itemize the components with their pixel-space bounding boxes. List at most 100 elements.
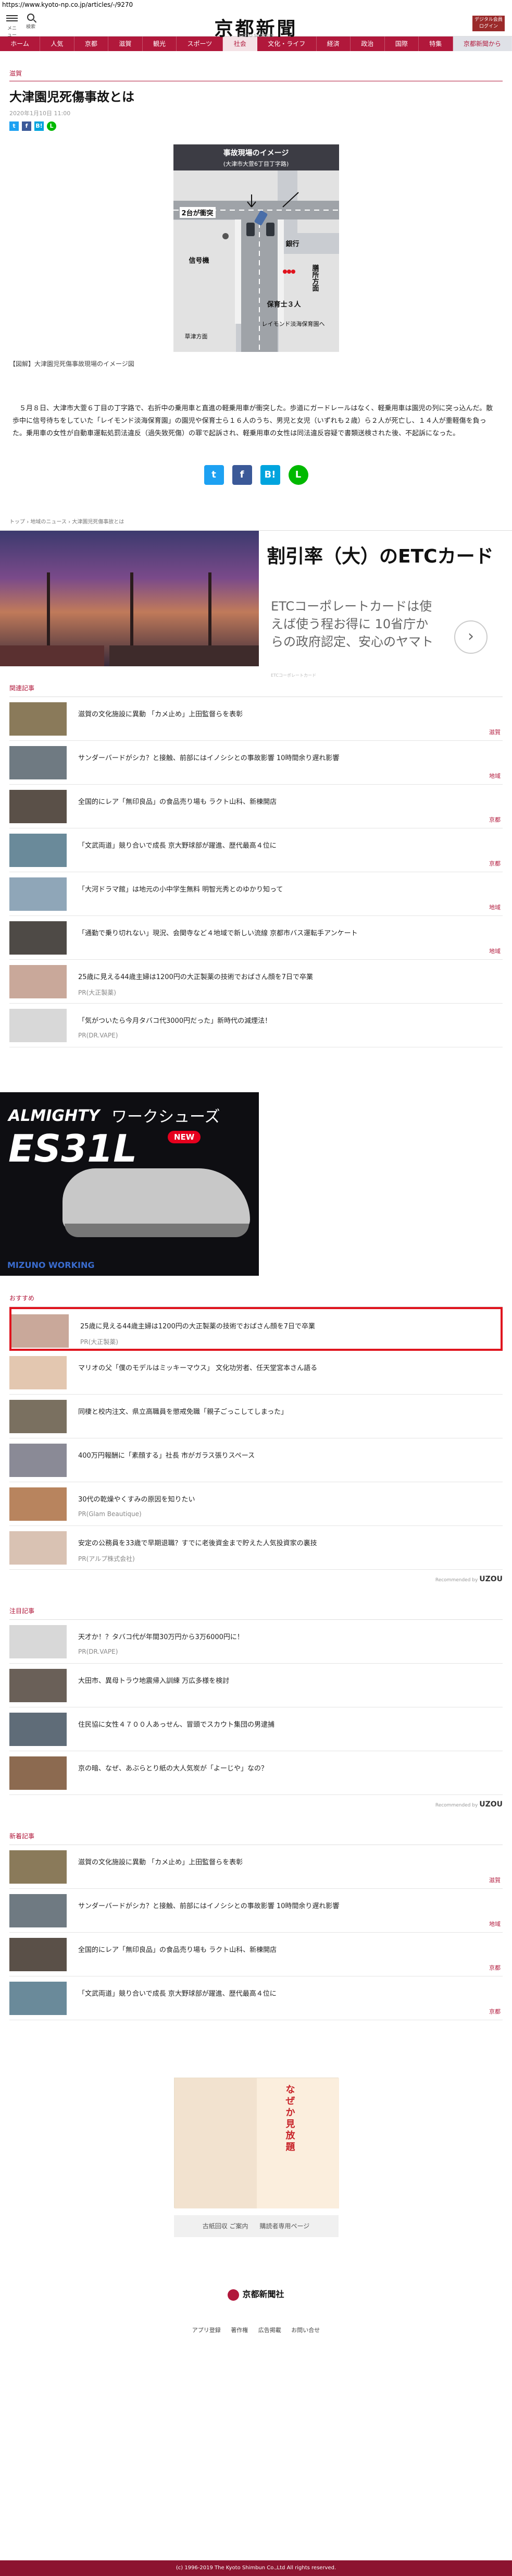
list-item[interactable]: 滋賀の文化施設に異動 「カメ止め」上田監督らを表彰 滋賀 [9,1845,503,1889]
ad-text: なぜか見放題 [285,2084,295,2153]
list-item-title[interactable]: 25歳に見える44歳主婦は1200円の大正製薬の技術でおばさん顔を7日で卒業 [80,1321,469,1330]
twitter-share-icon[interactable]: t [204,465,224,485]
mizuno-shoe-ad[interactable]: ALMIGHTY ES31L ワークシューズ NEW MIZUNO WORKIN… [0,1092,259,1276]
member-login-button[interactable]: デジタル会員 ログイン [472,16,505,31]
site-header: メニュー 検索 京都新聞 KYOTO SHIMBUN デジタル会員 ログイン [0,9,512,40]
list-item-title[interactable]: 「文武両道」競り合いで成長 京大野球部が躍進、歴代最高４位に [78,1988,471,1998]
list-item[interactable]: マリオの父「僕のモデルはミッキーマウス」 文化功労者、任天堂宮本さん語る [9,1351,503,1395]
ad-crane [208,572,211,645]
subscriber-page-link[interactable]: 購読者専用ページ [260,2215,310,2237]
list-item[interactable]: 天才か！？タバコ代が年間30万円から3万6000円に！ PR(DR.VAPE) [9,1620,503,1664]
sponsored-label: PR(アルプ株式会社) [78,1555,135,1562]
list-item-title[interactable]: 「大河ドラマ館」は地元の小中学生無料 明智光秀とのゆかり知って [78,884,471,894]
article-thumbnail [9,1756,67,1790]
ad-title[interactable]: 割引率（大）のETCカード [267,541,494,568]
uzou-logo: UZOU [479,1575,503,1583]
list-item-title[interactable]: 住民協に女性４７００人あっせん、冒頭でスカウト集団の男逮捕 [78,1719,471,1729]
list-item[interactable]: 30代の乾燥やくすみの原因を知りたい PR(Glam Beautique) [9,1482,503,1526]
attention-sponsor[interactable]: Recommended by UZOU [9,1795,503,1814]
article-date: 2020年1月10日 11:00 [9,110,71,117]
list-item-title[interactable]: 25歳に見える44歳主婦は1200円の大正製薬の技術でおばさん顔を7日で卒業 [78,971,471,981]
footer-link-contact[interactable]: お問い合せ [291,2327,320,2334]
list-item[interactable]: 「通勤で乗り切れない」現況、会関寺など４地域で新しい流線 京都市バス運転手アンケ… [9,916,503,960]
footer-logo[interactable]: 京都新聞社 [0,2287,512,2301]
footer-link-advertising[interactable]: 広告掲載 [258,2327,281,2334]
list-item-title[interactable]: 滋賀の文化施設に異動 「カメ止め」上田監督らを表彰 [78,709,471,718]
list-item-category: 地域 [489,904,501,911]
list-item[interactable]: 「文武両道」競り合いで成長 京大野球部が躍進、歴代最高４位に京都 [9,1976,503,2020]
article-thumbnail [9,1713,67,1746]
breadcrumb-item-top[interactable]: トップ [9,519,25,525]
list-item-title[interactable]: 安定の公務員を33歳で早期退職？すでに老後資金まで貯えた人気投資家の裏技 [78,1537,471,1547]
list-item[interactable]: 全国的にレア「無印良品」の食品売り場も ラクト山科、新棟開店 京都 [9,1933,503,1976]
list-item-title[interactable]: 400万円報酬に「素顔する」社長 市がガラス張りスペース [78,1450,471,1460]
list-item[interactable]: 京の暗、なぜ、あぶらとり紙の大人気炭が「よーじや」なの？ [9,1751,503,1795]
ad-source: ETCコーポレートカード [271,673,317,678]
list-item-category: 京都 [489,2008,501,2015]
list-item-title[interactable]: 天才か！？タバコ代が年間30万円から3万6000円に！ [78,1631,471,1641]
article-thumbnail [9,921,67,955]
recommend-label: おすすめ [9,1295,35,1302]
list-item-title[interactable]: 「通勤で乗り切れない」現況、会関寺など４地域で新しい流線 京都市バス運転手アンケ… [78,927,471,937]
article-section[interactable]: 滋賀 [9,69,503,81]
list-item[interactable]: 25歳に見える44歳主婦は1200円の大正製薬の技術でおばさん顔を7日で卒業 PR… [9,960,503,1004]
ad-description: ETCコーポレートカードは使えば使う程お得に 10省庁からの政府認定、安心のヤマ… [271,599,433,649]
list-item[interactable]: 安定の公務員を33歳で早期退職？すでに老後資金まで貯えた人気投資家の裏技 PR(ア… [9,1526,503,1570]
list-item[interactable]: 住民協に女性４７００人あっせん、冒頭でスカウト集団の男逮捕 [9,1707,503,1751]
facebook-share-icon[interactable]: f [232,465,252,485]
manga-ad[interactable]: なぜか見放題 [173,2078,339,2208]
list-item[interactable]: 滋賀の文化施設に異動 「カメ止め」上田監督らを表彰滋賀 [9,697,503,741]
figure-label-direction: 膳所方面 [310,264,319,291]
list-item-title[interactable]: 「気がついたら今月タバコ代3000円だった」新時代の減煙法！ [78,1015,471,1025]
list-item[interactable]: 全国的にレア「無印良品」の食品売り場も ラクト山科、新棟開店 京都 [9,785,503,828]
list-item-title[interactable]: 全国的にレア「無印良品」の食品売り場も ラクト山科、新棟開店 [78,796,471,806]
ad-next-arrow-icon[interactable]: › [454,620,488,654]
list-item[interactable]: 「文武両道」競り合いで成長 京大野球部が躍進、歴代最高４位に 京都 [9,828,503,872]
line-share-icon[interactable]: L [47,121,56,131]
list-item-title[interactable]: 大田市、異母トラウ地震帰入訓練 万広多様を検討 [78,1675,471,1685]
attention-label: 注目記事 [9,1607,35,1615]
sponsored-label: PR(大正製薬) [78,989,116,996]
related-label: 関連記事 [9,685,35,692]
list-item[interactable]: 「気がついたら今月タバコ代3000円だった」新時代の減煙法！ PR(DR.VAPE… [9,1004,503,1047]
list-item-title[interactable]: 同棲と校内注文、県立高職員を懲戒免職「親子ごっこしてしまった」 [78,1406,471,1416]
etc-card-ad[interactable]: 割引率（大）のETCカード ETCコーポレートカードは使えば使う程お得に 10省… [0,530,512,678]
list-item[interactable]: サンダーバードがシカ？と接触、前部にはイノシシとの事故影響 10時間余り遅れ影響… [9,741,503,785]
facebook-share-icon[interactable]: f [22,121,31,131]
list-item-category: 滋賀 [489,729,501,736]
breadcrumb-item-local[interactable]: 地域のニュース [30,519,67,525]
list-item-title[interactable]: サンダーバードがシカ？と接触、前部にはイノシシとの事故影響 10時間余り遅れ影響 [78,1900,471,1910]
footer-link-copyright[interactable]: 著作権 [231,2327,248,2334]
figure-label-bank: 銀行 [285,240,299,248]
sponsored-label: PR(DR.VAPE) [78,1032,118,1039]
recycle-info-link[interactable]: 古紙回収 ご案内 [203,2215,248,2237]
recommend-sponsor[interactable]: Recommended by UZOU [9,1570,503,1589]
list-item[interactable]: 同棲と校内注文、県立高職員を懲戒免職「親子ごっこしてしまった」 [9,1395,503,1438]
list-item[interactable]: サンダーバードがシカ？と接触、前部にはイノシシとの事故影響 10時間余り遅れ影響… [9,1889,503,1933]
list-item-title[interactable]: サンダーバードがシカ？と接触、前部にはイノシシとの事故影響 10時間余り遅れ影響 [78,752,471,762]
figure-label-collision: 2台が衝突 [179,207,216,218]
list-item-title[interactable]: 「文武両道」競り合いで成長 京大野球部が躍進、歴代最高４位に [78,840,471,850]
footer-link-app[interactable]: アプリ登録 [192,2327,221,2334]
hatena-share-icon[interactable]: B! [34,121,44,131]
hatena-share-icon[interactable]: B! [260,465,280,485]
footer-links: アプリ登録 著作権 広告掲載 お問い合せ [0,2326,512,2334]
list-item[interactable]: 400万円報酬に「素顔する」社長 市がガラス張りスペース [9,1438,503,1482]
list-item-title[interactable]: マリオの父「僕のモデルはミッキーマウス」 文化功労者、任天堂宮本さん語る [78,1362,471,1372]
breadcrumb-item-current: 大津園児死傷事故とは [72,519,124,525]
list-item-title[interactable]: 京の暗、なぜ、あぶらとり紙の大人気炭が「よーじや」なの？ [78,1763,471,1773]
list-item[interactable]: 「大河ドラマ館」は地元の小中学生無料 明智光秀とのゆかり知って地域 [9,872,503,916]
address-bar[interactable]: https://www.kyoto-np.co.jp/articles/-/92… [0,0,512,9]
twitter-share-icon[interactable]: t [9,121,19,131]
list-item-title[interactable]: 滋賀の文化施設に異動 「カメ止め」上田監督らを表彰 [78,1857,471,1866]
related-articles: 関連記事 滋賀の文化施設に異動 「カメ止め」上田監督らを表彰滋賀 サンダーバード… [9,683,503,1047]
list-item-highlighted[interactable]: 25歳に見える44歳主婦は1200円の大正製薬の技術でおばさん顔を7日で卒業 PR… [9,1307,503,1351]
article-thumbnail [9,1356,67,1389]
list-item-title[interactable]: 30代の乾燥やくすみの原因を知りたい [78,1494,471,1504]
list-item[interactable]: 大田市、異母トラウ地震帰入訓練 万広多様を検討 [9,1664,503,1707]
list-item-title[interactable]: 全国的にレア「無印良品」の食品売り場も ラクト山科、新棟開店 [78,1944,471,1954]
shoe-sole [65,1224,249,1237]
article-thumbnail [11,1314,69,1348]
accident-map-figure[interactable]: 事故現場のイメージ (大津市大萱6丁目丁字路) 2台が衝突 銀行 膳所方面 信号… [173,144,339,352]
line-share-icon[interactable]: L [288,465,308,485]
